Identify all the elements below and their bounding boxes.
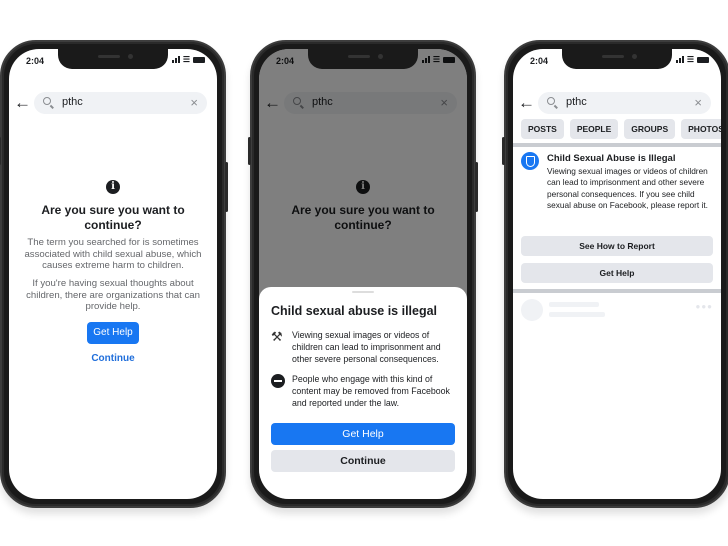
search-query: pthc — [62, 96, 83, 108]
divider — [513, 289, 721, 293]
text-placeholder — [549, 302, 599, 307]
warning-body: The term you searched for is sometimes a… — [24, 237, 202, 271]
search-row: ← pthc × — [9, 92, 217, 116]
search-input[interactable]: pthc × — [538, 92, 711, 114]
search-icon — [43, 97, 51, 105]
search-row: ← pthc × — [513, 92, 721, 116]
see-how-to-report-button[interactable]: See How to Report — [521, 236, 713, 256]
sheet-title: Child sexual abuse is illegal — [271, 304, 438, 318]
screen: 2:04 ☰ ← pthc × i Are you sure you want … — [259, 49, 467, 499]
continue-button[interactable]: Continue — [271, 450, 455, 472]
avatar-placeholder — [521, 299, 543, 321]
filter-groups[interactable]: GROUPS — [624, 119, 676, 139]
wifi-icon: ☰ — [182, 55, 190, 64]
sheet-item-text: People who engage with this kind of cont… — [292, 374, 450, 408]
phone-warning-screen: 2:04 ☰ ← pthc × i Are you sure you want … — [0, 40, 228, 508]
get-help-button[interactable]: Get Help — [521, 263, 713, 283]
screen: 2:04 ☰ ← pthc × i Are you sure you want … — [9, 49, 217, 499]
filter-posts[interactable]: POSTS — [521, 119, 564, 139]
warning-card: Child Sexual Abuse is Illegal Viewing se… — [513, 147, 721, 289]
status-time: 2:04 — [530, 56, 549, 66]
text-placeholder — [549, 312, 605, 317]
help-text: If you're having sexual thoughts about c… — [26, 278, 200, 312]
warning-title: Are you sure you want to continue? — [41, 203, 185, 232]
status-time: 2:04 — [26, 56, 45, 66]
search-input[interactable]: pthc × — [34, 92, 207, 114]
filter-people[interactable]: PEOPLE — [569, 119, 619, 139]
notch — [562, 49, 672, 69]
clear-icon[interactable]: × — [190, 95, 198, 110]
shield-icon — [521, 152, 539, 170]
card-body: Viewing sexual images or videos of child… — [547, 166, 708, 210]
get-help-button[interactable]: Get Help — [271, 423, 455, 445]
no-entry-icon — [271, 374, 285, 388]
search-query: pthc — [566, 96, 587, 108]
notch — [308, 49, 418, 69]
wifi-icon: ☰ — [686, 55, 694, 64]
gavel-icon: ⚒ — [271, 329, 283, 344]
back-arrow-icon[interactable]: ← — [14, 93, 31, 113]
phone-bottom-sheet-screen: 2:04 ☰ ← pthc × i Are you sure you want … — [248, 40, 478, 508]
more-icon: ●●● — [695, 302, 713, 311]
notch — [58, 49, 168, 69]
clear-icon[interactable]: × — [694, 95, 702, 110]
sheet-item: ⚒ Viewing sexual images or videos of chi… — [271, 329, 457, 369]
info-icon: i — [106, 180, 120, 194]
sheet-handle[interactable] — [352, 291, 374, 293]
battery-icon — [193, 56, 205, 63]
get-help-button[interactable]: Get Help — [87, 322, 139, 344]
continue-link[interactable]: Continue — [9, 353, 217, 364]
filter-photos[interactable]: PHOTOS — [681, 119, 721, 139]
bottom-sheet: Child sexual abuse is illegal ⚒ Viewing … — [259, 287, 467, 499]
signal-icon — [675, 56, 684, 63]
search-icon — [547, 97, 555, 105]
back-arrow-icon[interactable]: ← — [518, 93, 535, 113]
sheet-item-text: Viewing sexual images or videos of child… — [292, 330, 441, 364]
signal-icon — [171, 56, 180, 63]
battery-icon — [697, 56, 709, 63]
card-title: Child Sexual Abuse is Illegal — [547, 153, 676, 164]
sheet-item: People who engage with this kind of cont… — [271, 373, 457, 413]
phone-search-results-screen: 2:04 ☰ ← pthc × POSTS PEOPLE GROUPS PHOT… — [502, 40, 728, 508]
screen: 2:04 ☰ ← pthc × POSTS PEOPLE GROUPS PHOT… — [513, 49, 721, 499]
filter-tabs: POSTS PEOPLE GROUPS PHOTOS — [521, 119, 721, 139]
